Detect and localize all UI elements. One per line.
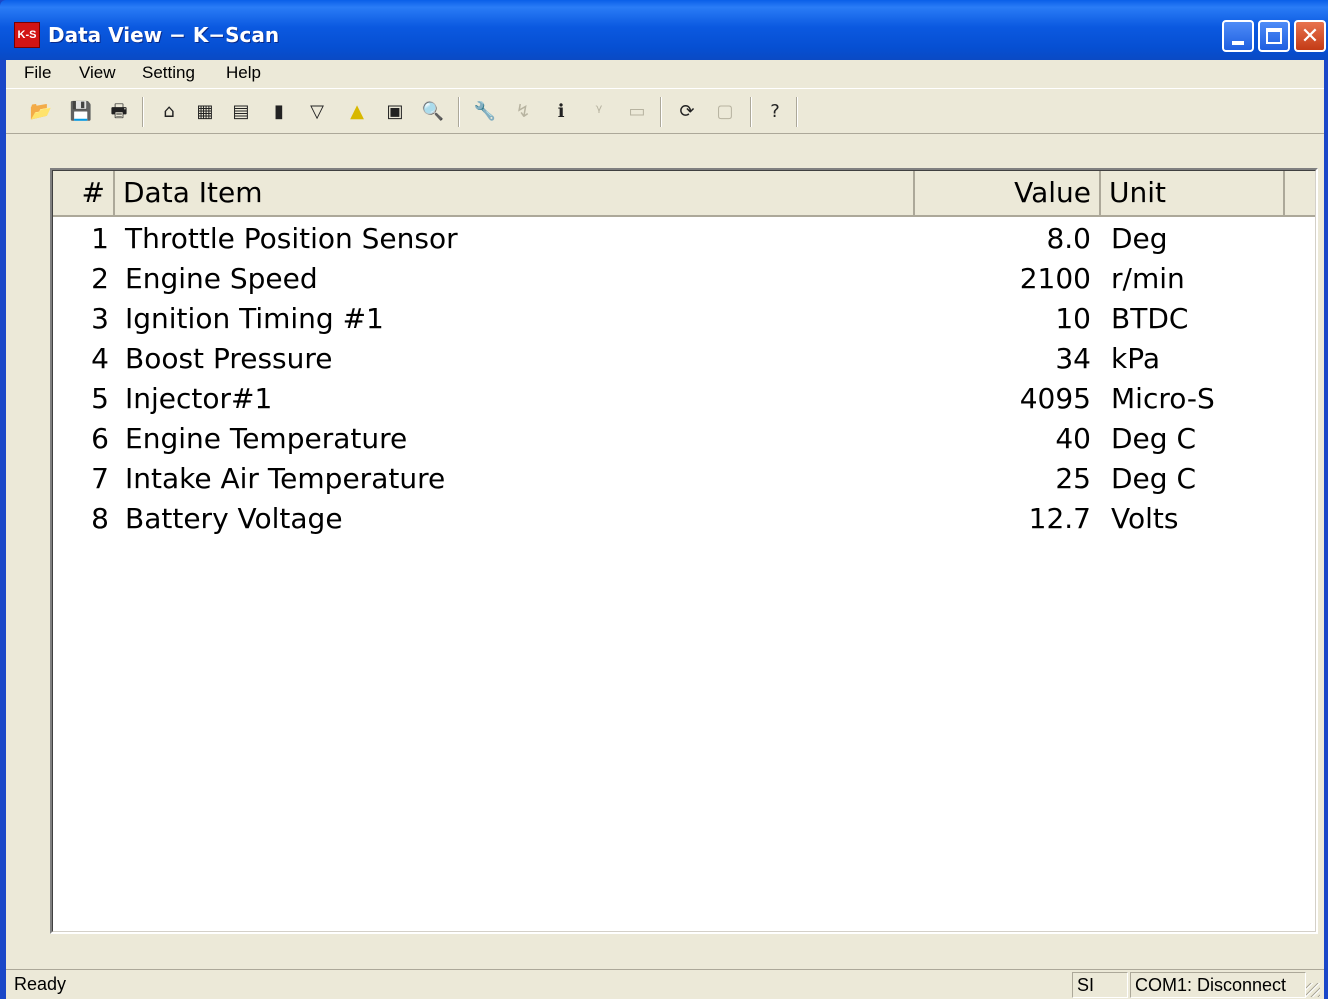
help-icon[interactable]: ? xyxy=(762,99,788,125)
info-icon[interactable]: ℹ xyxy=(548,99,574,125)
resize-grip-icon[interactable] xyxy=(1306,983,1320,997)
table-row[interactable]: 8 Battery Voltage 12.7 Volts xyxy=(53,499,1315,539)
minimize-button[interactable] xyxy=(1222,20,1254,52)
table-row[interactable]: 1 Throttle Position Sensor 8.0 Deg xyxy=(53,219,1315,259)
status-bar: Ready SI COM1: Disconnect xyxy=(6,969,1324,999)
row-data-item: Boost Pressure xyxy=(125,342,333,375)
bar-chart-icon[interactable]: ▮ xyxy=(266,99,292,125)
refresh-icon[interactable]: ⟳ xyxy=(674,99,700,125)
open-icon[interactable]: 📂 xyxy=(28,99,54,125)
row-unit: Deg C xyxy=(1111,422,1197,455)
row-data-item: Battery Voltage xyxy=(125,502,343,535)
save-icon[interactable]: 💾 xyxy=(68,99,94,125)
row-unit: Volts xyxy=(1111,502,1179,535)
row-data-item: Engine Speed xyxy=(125,262,318,295)
status-panel-unit: SI xyxy=(1072,972,1128,998)
output-icon[interactable]: ▭ xyxy=(624,99,650,125)
status-panel-port: COM1: Disconnect xyxy=(1130,972,1306,998)
menu-bar: File View Setting Help xyxy=(6,60,1324,88)
title-bar[interactable]: K-S Data View − K−Scan ✕ xyxy=(0,0,1328,60)
toolbar: 📂 💾 🖶 ⌂ ▦ ▤ ▮ ▽ ▲ ▣ 🔍 🔧 ↯ ℹ ᵞ ▭ ⟳ ▢ ? xyxy=(6,88,1324,134)
table-row[interactable]: 6 Engine Temperature 40 Deg C xyxy=(53,419,1315,459)
row-value: 40 xyxy=(1055,422,1091,455)
home-icon[interactable]: ⌂ xyxy=(156,99,182,125)
toolbar-separator xyxy=(796,97,798,127)
signal-icon[interactable]: ᵞ xyxy=(586,99,612,125)
row-number: 8 xyxy=(91,502,109,535)
table-row[interactable]: 3 Ignition Timing #1 10 BTDC xyxy=(53,299,1315,339)
maximize-button[interactable] xyxy=(1258,20,1290,52)
close-button[interactable]: ✕ xyxy=(1294,20,1326,52)
toolbar-separator xyxy=(458,97,460,127)
toolbar-separator xyxy=(750,97,752,127)
row-number: 2 xyxy=(91,262,109,295)
close-icon: ✕ xyxy=(1300,23,1320,49)
list-rows: 1 Throttle Position Sensor 8.0 Deg 2 Eng… xyxy=(53,219,1315,539)
column-header-unit[interactable]: Unit xyxy=(1101,171,1285,217)
app-window: K-S Data View − K−Scan ✕ File View Setti… xyxy=(0,0,1328,999)
column-header-value[interactable]: Value xyxy=(915,171,1101,217)
row-data-item: Injector#1 xyxy=(125,382,273,415)
row-data-item: Ignition Timing #1 xyxy=(125,302,384,335)
menu-view[interactable]: View xyxy=(79,63,116,83)
table-row[interactable]: 2 Engine Speed 2100 r/min xyxy=(53,259,1315,299)
data-list-view[interactable]: # Data Item Value Unit 1 Throttle Positi… xyxy=(50,168,1318,934)
app-logo-icon[interactable]: K-S xyxy=(14,22,40,48)
row-unit: Deg C xyxy=(1111,462,1197,495)
row-unit: Micro-S xyxy=(1111,382,1215,415)
column-header-data-item[interactable]: Data Item xyxy=(115,171,915,217)
status-text: Ready xyxy=(14,974,67,994)
print-icon[interactable]: 🖶 xyxy=(106,99,132,125)
row-unit: r/min xyxy=(1111,262,1185,295)
window-icon[interactable]: ▢ xyxy=(712,99,738,125)
row-value: 2100 xyxy=(1019,262,1091,295)
menu-help[interactable]: Help xyxy=(226,63,261,83)
column-header-num[interactable]: # xyxy=(53,171,115,217)
toolbar-separator xyxy=(660,97,662,127)
row-value: 12.7 xyxy=(1028,502,1091,535)
row-number: 1 xyxy=(91,222,109,255)
record-icon[interactable]: ▣ xyxy=(382,99,408,125)
table-icon[interactable]: ▤ xyxy=(228,99,254,125)
row-unit: BTDC xyxy=(1111,302,1189,335)
warning-icon[interactable]: ▲ xyxy=(344,99,370,125)
filter-icon[interactable]: ▽ xyxy=(304,99,330,125)
row-unit: Deg xyxy=(1111,222,1168,255)
row-number: 7 xyxy=(91,462,109,495)
toolbar-separator xyxy=(142,97,144,127)
window-title: Data View − K−Scan xyxy=(48,23,280,47)
menu-setting[interactable]: Setting xyxy=(142,63,195,83)
row-value: 25 xyxy=(1055,462,1091,495)
row-value: 10 xyxy=(1055,302,1091,335)
row-number: 4 xyxy=(91,342,109,375)
row-data-item: Engine Temperature xyxy=(125,422,408,455)
row-number: 5 xyxy=(91,382,109,415)
maximize-icon xyxy=(1266,28,1282,44)
row-value: 4095 xyxy=(1019,382,1091,415)
table-row[interactable]: 7 Intake Air Temperature 25 Deg C xyxy=(53,459,1315,499)
row-unit: kPa xyxy=(1111,342,1160,375)
preview-icon[interactable]: 🔍 xyxy=(420,99,446,125)
row-data-item: Throttle Position Sensor xyxy=(125,222,458,255)
row-data-item: Intake Air Temperature xyxy=(125,462,446,495)
row-value: 34 xyxy=(1055,342,1091,375)
column-header-filler xyxy=(1285,171,1315,217)
row-number: 6 xyxy=(91,422,109,455)
minimize-icon xyxy=(1232,41,1244,45)
list-header: # Data Item Value Unit xyxy=(53,171,1315,217)
row-value: 8.0 xyxy=(1046,222,1091,255)
grid-icon[interactable]: ▦ xyxy=(192,99,218,125)
wrench-icon[interactable]: 🔧 xyxy=(472,99,498,125)
table-row[interactable]: 5 Injector#1 4095 Micro-S xyxy=(53,379,1315,419)
test-icon[interactable]: ↯ xyxy=(510,99,536,125)
table-row[interactable]: 4 Boost Pressure 34 kPa xyxy=(53,339,1315,379)
menu-file[interactable]: File xyxy=(24,63,51,83)
row-number: 3 xyxy=(91,302,109,335)
